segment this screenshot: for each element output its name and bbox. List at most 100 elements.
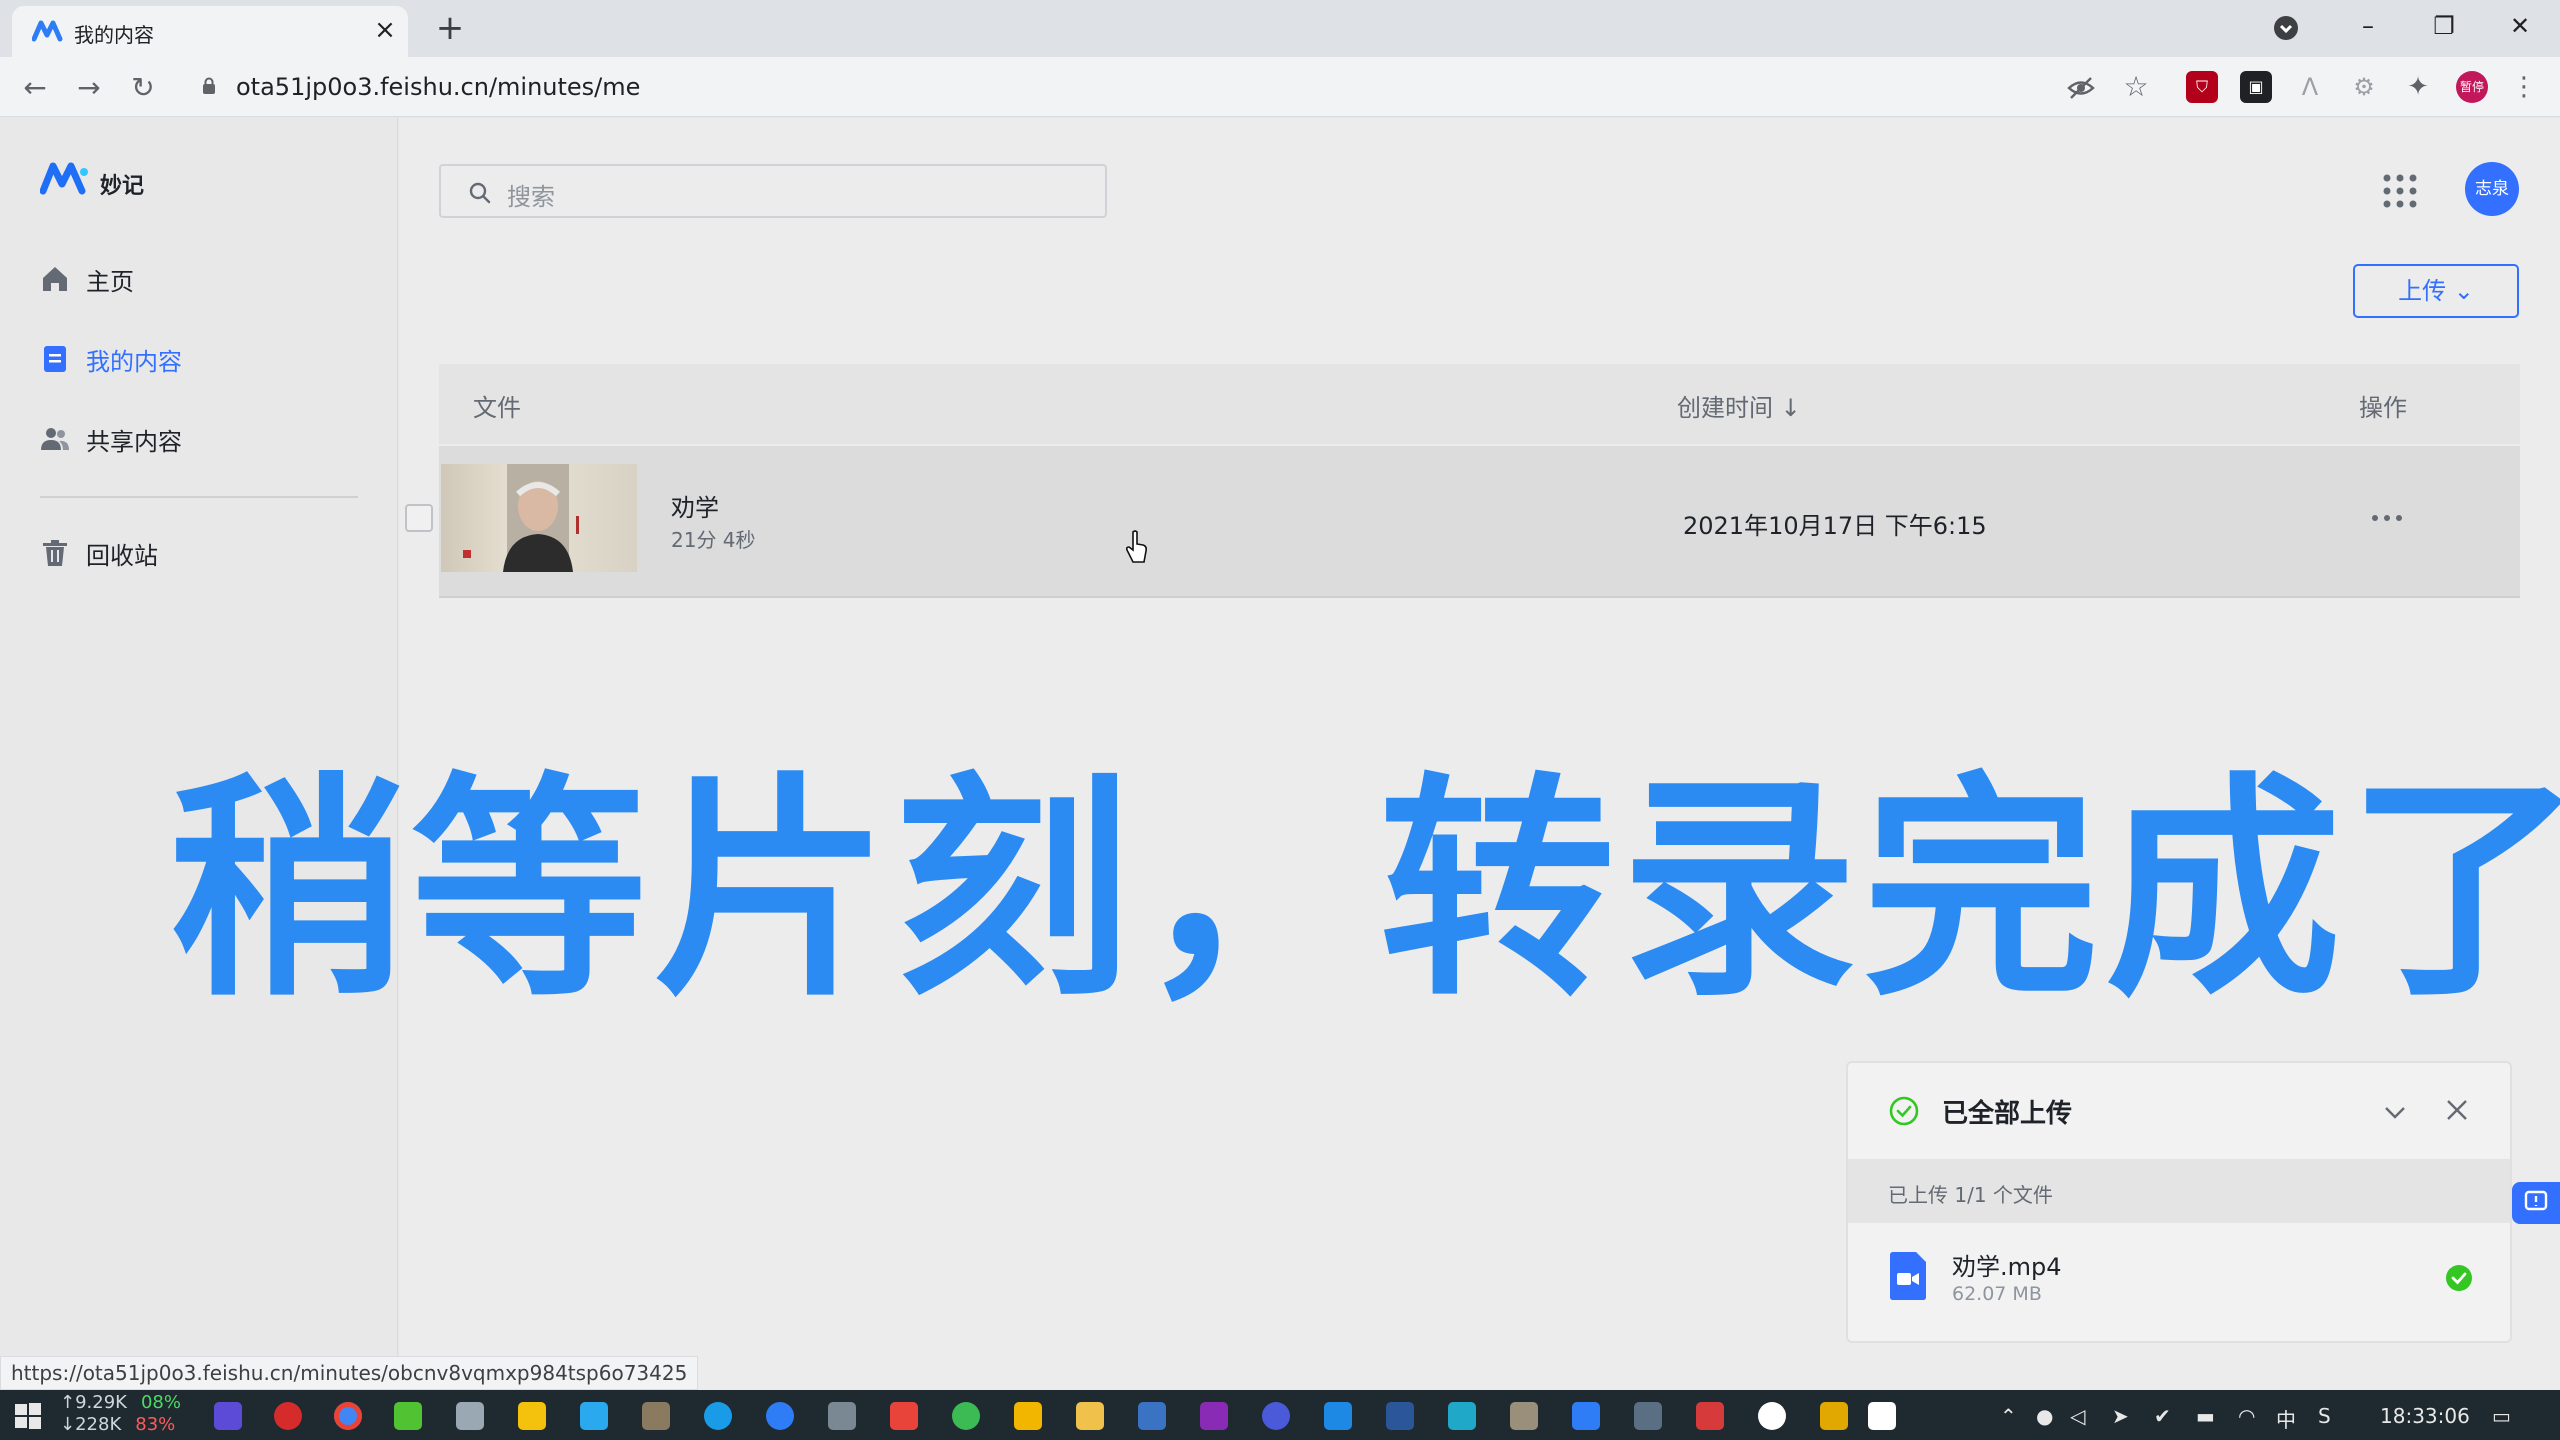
sidebar-item-trash[interactable]: 回收站: [40, 532, 360, 572]
upload-status-panel: 已全部上传 已上传 1/1 个文件 劝学.mp4 62.07 MB: [1846, 1061, 2512, 1343]
search-placeholder: 搜索: [507, 183, 555, 211]
taskbar-app-icon[interactable]: [1014, 1402, 1042, 1430]
restore-icon[interactable]: ❐: [2418, 6, 2470, 46]
net-up: ↑9.29K: [60, 1392, 127, 1413]
video-file-icon: [1890, 1252, 1926, 1300]
feedback-tab[interactable]: [2512, 1182, 2560, 1224]
sidebar-item-label: 共享内容: [86, 428, 182, 456]
overlay-caption: 稍等片刻，转录完成了: [169, 753, 2560, 1028]
taskbar: ↑9.29K 08% ↓228K 83% ⌃ ● ◁ ➤ ✔ ▬ ◠ 中 S 18:…: [0, 1390, 2560, 1440]
sidebar-item-my-content[interactable]: 我的内容: [40, 338, 360, 378]
table-row[interactable]: 劝学 21分 4秒 2021年10月17日 下午6:15: [405, 446, 2520, 598]
forward-icon[interactable]: →: [70, 69, 108, 107]
taskbar-app-icon[interactable]: [1572, 1402, 1600, 1430]
taskbar-vivaldi-icon[interactable]: [274, 1402, 302, 1430]
taskbar-app-icon[interactable]: [828, 1402, 856, 1430]
column-header-file: 文件: [473, 394, 521, 422]
search-input[interactable]: 搜索: [439, 164, 1107, 218]
tray-volume-icon[interactable]: ◁: [2070, 1404, 2085, 1428]
table-header: 文件 创建时间 ↓ 操作: [439, 364, 2520, 444]
app-grid-icon[interactable]: [2381, 172, 2419, 210]
taskbar-wechat-icon[interactable]: [394, 1402, 422, 1430]
tray-ime-indicator[interactable]: 中: [2276, 1404, 2296, 1433]
sidebar-item-shared[interactable]: 共享内容: [40, 418, 360, 458]
row-checkbox[interactable]: [405, 504, 433, 532]
taskbar-app-icon[interactable]: [890, 1402, 918, 1430]
taskbar-clock[interactable]: 18:33:06: [2380, 1404, 2470, 1428]
feedback-icon: [2524, 1190, 2548, 1211]
taskbar-app-icon[interactable]: [952, 1402, 980, 1430]
taskbar-edge-icon[interactable]: [704, 1402, 732, 1430]
portrait-thumbnail-icon: [463, 464, 579, 572]
upload-button[interactable]: 上传 ⌄: [2353, 264, 2519, 318]
reload-icon[interactable]: ↻: [124, 69, 162, 107]
tray-app-icon[interactable]: ✔: [2154, 1404, 2171, 1428]
minutes-logo-icon: [40, 162, 88, 195]
taskbar-app-icon[interactable]: [1820, 1402, 1848, 1430]
network-speed: ↑9.29K 08% ↓228K 83%: [60, 1392, 181, 1436]
tray-wifi-icon[interactable]: ◠: [2238, 1404, 2255, 1428]
close-icon[interactable]: [2444, 1097, 2470, 1123]
upload-panel-title: 已全部上传: [1942, 1099, 2073, 1129]
new-tab-icon[interactable]: +: [430, 8, 470, 48]
link-status-url: https://ota51jp0o3.feishu.cn/minutes/obc…: [0, 1356, 699, 1390]
profile-avatar-icon[interactable]: 暂停: [2456, 71, 2488, 103]
more-actions-icon[interactable]: [2369, 512, 2405, 524]
taskbar-file-explorer-icon[interactable]: [1076, 1402, 1104, 1430]
taskbar-app-icon[interactable]: [1448, 1402, 1476, 1430]
user-avatar[interactable]: 志泉: [2465, 162, 2519, 216]
upload-summary-bar: 已上传 1/1 个文件: [1848, 1159, 2510, 1223]
eye-off-icon[interactable]: [2066, 73, 2096, 103]
back-icon[interactable]: ←: [16, 69, 54, 107]
tray-telegram-icon[interactable]: ➤: [2112, 1404, 2129, 1428]
lock-icon[interactable]: [202, 77, 216, 95]
browser-tab[interactable]: 我的内容 ×: [12, 6, 408, 57]
tray-qq-icon[interactable]: ●: [2036, 1404, 2053, 1428]
taskbar-app-icon[interactable]: [766, 1402, 794, 1430]
close-window-icon[interactable]: ✕: [2494, 6, 2546, 46]
tray-expand-icon[interactable]: ⌃: [2000, 1404, 2017, 1428]
chevron-down-icon[interactable]: [2382, 1099, 2408, 1125]
sidebar-item-home[interactable]: 主页: [40, 258, 360, 298]
tab-close-icon[interactable]: ×: [370, 15, 400, 45]
file-name[interactable]: 劝学: [671, 488, 719, 523]
taskbar-app-icon[interactable]: [1758, 1402, 1786, 1430]
taskbar-capcut-icon[interactable]: [1868, 1402, 1896, 1430]
notification-center-icon[interactable]: ▭: [2492, 1404, 2511, 1428]
address-bar: ← → ↻ ota51jp0o3.feishu.cn/minutes/me ☆ …: [0, 57, 2560, 117]
minimize-icon[interactable]: –: [2342, 6, 2394, 46]
tab-title: 我的内容: [74, 23, 154, 47]
taskbar-app-icon[interactable]: [456, 1402, 484, 1430]
tray-battery-icon[interactable]: ▬: [2196, 1404, 2215, 1428]
trash-icon: [43, 540, 67, 566]
taskbar-onenote-icon[interactable]: [1200, 1402, 1228, 1430]
users-icon: [41, 428, 69, 450]
taskbar-app-icon[interactable]: [642, 1402, 670, 1430]
taskbar-app-icon[interactable]: [1138, 1402, 1166, 1430]
bookmark-star-icon[interactable]: ☆: [2120, 71, 2152, 103]
ublock-extension-icon[interactable]: ⛉: [2186, 71, 2218, 103]
taskbar-app-icon[interactable]: [1262, 1402, 1290, 1430]
tray-sogou-icon[interactable]: S: [2318, 1404, 2331, 1428]
omnibox[interactable]: ota51jp0o3.feishu.cn/minutes/me: [180, 65, 2140, 109]
taskbar-chrome-icon[interactable]: [334, 1402, 362, 1430]
extension-gear-icon[interactable]: ⚙: [2348, 71, 2380, 103]
taskbar-word-icon[interactable]: [1386, 1402, 1414, 1430]
net-down: ↓228K: [60, 1414, 122, 1435]
tab-search-icon[interactable]: [2270, 12, 2302, 44]
extension-icon[interactable]: ▣: [2240, 71, 2272, 103]
taskbar-app-icon[interactable]: [1634, 1402, 1662, 1430]
app-name: 妙记: [100, 174, 145, 199]
taskbar-app-icon[interactable]: [1510, 1402, 1538, 1430]
extension-a-icon[interactable]: Λ: [2294, 71, 2326, 103]
taskbar-app-icon[interactable]: [214, 1402, 242, 1430]
extensions-puzzle-icon[interactable]: ✦: [2402, 71, 2434, 103]
video-thumbnail[interactable]: [441, 464, 637, 572]
taskbar-app-icon[interactable]: [1324, 1402, 1352, 1430]
column-header-created[interactable]: 创建时间 ↓: [1677, 388, 1801, 423]
taskbar-app-icon[interactable]: [518, 1402, 546, 1430]
taskbar-app-icon[interactable]: [1696, 1402, 1724, 1430]
taskbar-telegram-icon[interactable]: [580, 1402, 608, 1430]
windows-start-icon[interactable]: [14, 1402, 42, 1430]
browser-menu-icon[interactable]: ⋮: [2508, 71, 2540, 103]
